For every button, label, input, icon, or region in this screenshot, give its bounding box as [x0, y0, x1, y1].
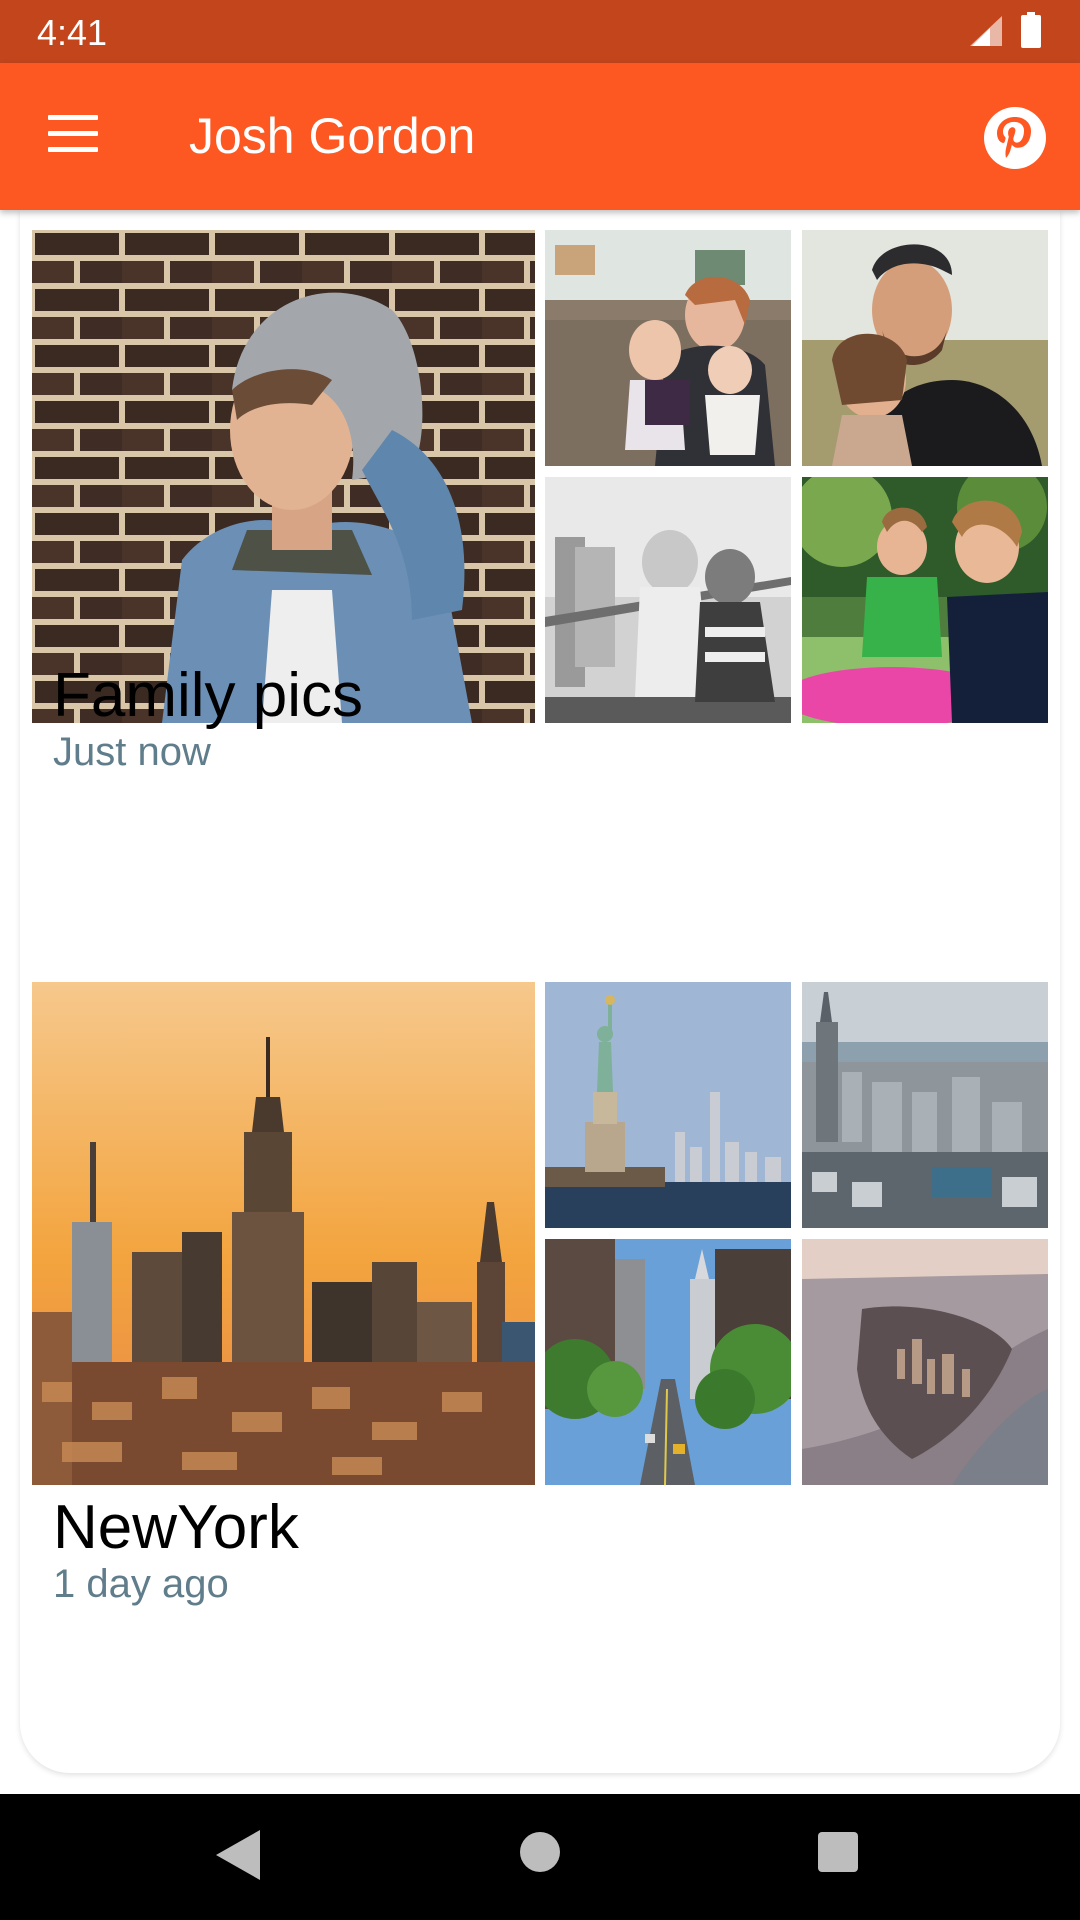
- recents-square-icon[interactable]: [818, 1832, 858, 1872]
- album-title[interactable]: NewYork: [53, 1492, 299, 1563]
- status-time: 4:41: [37, 12, 108, 53]
- album-photo-large[interactable]: [32, 230, 535, 723]
- hamburger-menu-icon[interactable]: [48, 115, 98, 153]
- album-photo-3[interactable]: [802, 230, 1048, 466]
- album-photo-2[interactable]: [545, 982, 791, 1228]
- content-area: Family pics Just now NewYork 1 day ago: [0, 210, 1080, 1794]
- album-photo-2[interactable]: [545, 230, 791, 466]
- status-bar: 4:41: [0, 0, 1080, 63]
- home-circle-icon[interactable]: [520, 1832, 560, 1872]
- album-photo-4[interactable]: [545, 477, 791, 723]
- album-photo-5[interactable]: [802, 477, 1048, 723]
- system-navigation-bar: [0, 1794, 1080, 1920]
- album-family-pics[interactable]: Family pics Just now: [20, 210, 1060, 970]
- app-title: Josh Gordon: [189, 108, 476, 164]
- album-photo-large[interactable]: [32, 982, 535, 1485]
- battery-icon: [1021, 12, 1041, 48]
- album-photo-3[interactable]: [802, 982, 1048, 1228]
- album-newyork[interactable]: NewYork 1 day ago: [20, 970, 1060, 1773]
- app-bar: Josh Gordon: [0, 63, 1080, 210]
- back-triangle-icon[interactable]: [216, 1830, 260, 1880]
- pinterest-icon[interactable]: [984, 107, 1046, 169]
- album-photo-5[interactable]: [802, 1239, 1048, 1485]
- album-title[interactable]: Family pics: [53, 660, 363, 731]
- album-photo-4[interactable]: [545, 1239, 791, 1485]
- albums-card: Family pics Just now NewYork 1 day ago: [20, 210, 1060, 1773]
- album-time: 1 day ago: [53, 1562, 229, 1606]
- signal-icon: [970, 16, 1002, 46]
- album-time: Just now: [53, 730, 211, 774]
